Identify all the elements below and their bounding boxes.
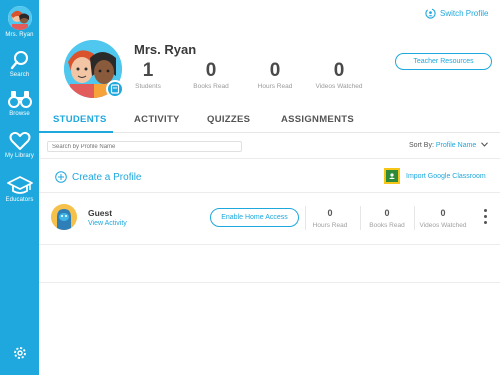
sidebar-item-label: Search: [9, 72, 30, 78]
search-icon: [10, 51, 28, 70]
stat-value: 0: [205, 60, 217, 81]
divider: [39, 158, 500, 159]
sidebar: Mrs. Ryan Search Browse My Library Educa…: [0, 0, 39, 375]
sort-dropdown[interactable]: Sort By: Profile Name: [409, 142, 489, 149]
sort-label: Sort By:: [409, 142, 434, 149]
stat-label: Videos Watched: [419, 222, 467, 229]
plus-circle-icon: [55, 171, 67, 183]
more-options-icon[interactable]: [484, 209, 488, 225]
create-profile-label: Create a Profile: [72, 171, 142, 183]
student-stat-videos-watched: 0 Videos Watched: [413, 208, 473, 229]
sort-value: Profile Name: [435, 142, 477, 149]
binoculars-icon: [7, 91, 32, 108]
stat-value: 0: [269, 60, 281, 81]
google-classroom-icon: [384, 168, 400, 184]
stat-value: 0: [327, 208, 333, 218]
settings-button[interactable]: [0, 345, 39, 361]
tab-activity[interactable]: ACTIVITY: [134, 114, 180, 125]
sidebar-profile-label: Mrs. Ryan: [5, 32, 34, 38]
sidebar-item-label: My Library: [4, 153, 34, 159]
stat-value: 1: [142, 60, 154, 81]
divider: [39, 192, 500, 193]
stat-students: 1 Students: [118, 60, 178, 90]
sidebar-item-browse[interactable]: Browse: [0, 89, 39, 117]
teacher-name: Mrs. Ryan: [134, 42, 197, 57]
enable-home-access-button[interactable]: Enable Home Access: [210, 208, 299, 227]
active-tab-indicator: [39, 131, 113, 133]
student-stat-books-read: 0 Books Read: [357, 208, 417, 229]
switch-profile-label: Switch Profile: [440, 9, 489, 18]
switch-profile-button[interactable]: Switch Profile: [425, 8, 488, 19]
profile-avatar: [7, 6, 32, 30]
view-activity-link[interactable]: View Activity: [88, 220, 127, 227]
stat-label: Books Read: [193, 83, 229, 90]
student-stat-hours-read: 0 Hours Read: [300, 208, 360, 229]
graduation-cap-icon: [6, 176, 33, 194]
sidebar-item-educators[interactable]: Educators: [0, 175, 39, 203]
import-classroom-label: Import Google Classroom: [406, 172, 486, 180]
switch-profile-icon: [425, 8, 436, 19]
tab-bar: STUDENTS ACTIVITY QUIZZES ASSIGNMENTS: [39, 108, 500, 133]
stat-label: Videos Watched: [315, 83, 363, 90]
teacher-resources-button[interactable]: Teacher Resources: [395, 53, 492, 70]
sidebar-item-profile[interactable]: Mrs. Ryan: [0, 6, 39, 38]
tab-assignments[interactable]: ASSIGNMENTS: [281, 114, 354, 125]
search-input[interactable]: [47, 141, 242, 152]
stat-hours-read: 0 Hours Read: [245, 60, 305, 90]
chevron-down-icon: [481, 142, 489, 147]
student-name: Guest: [88, 208, 113, 218]
sidebar-item-my-library[interactable]: My Library: [0, 131, 39, 159]
sidebar-item-label: Educators: [5, 197, 34, 203]
stat-videos-watched: 0 Videos Watched: [309, 60, 369, 90]
stat-label: Hours Read: [257, 83, 293, 90]
stat-label: Hours Read: [312, 222, 348, 229]
divider: [39, 282, 500, 283]
stat-value: 0: [333, 60, 345, 81]
sidebar-item-search[interactable]: Search: [0, 50, 39, 78]
create-profile-button[interactable]: Create a Profile: [55, 171, 141, 183]
avatar: [51, 204, 77, 230]
stat-books-read: 0 Books Read: [181, 60, 241, 90]
sidebar-item-label: Browse: [9, 111, 30, 117]
gear-icon: [13, 347, 26, 359]
tab-quizzes[interactable]: QUIZZES: [207, 114, 250, 125]
import-google-classroom-button[interactable]: Import Google Classroom: [384, 168, 486, 184]
divider: [39, 244, 500, 245]
stat-label: Books Read: [369, 222, 405, 229]
heart-icon: [9, 131, 30, 150]
stat-value: 0: [384, 208, 390, 218]
stat-label: Students: [135, 83, 161, 90]
stat-value: 0: [440, 208, 446, 218]
tab-students[interactable]: STUDENTS: [53, 114, 107, 125]
